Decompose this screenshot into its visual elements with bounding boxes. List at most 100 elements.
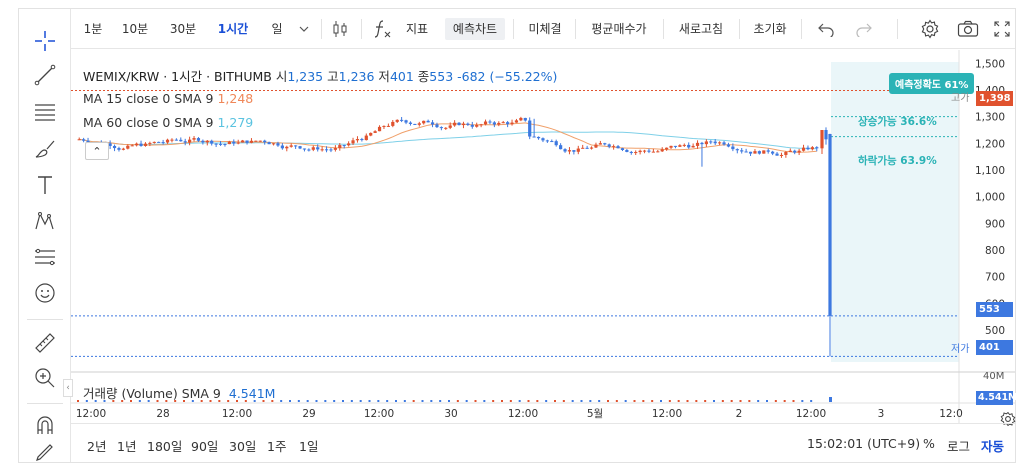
auto-toggle[interactable]: 자동 <box>981 436 1004 455</box>
candle <box>589 147 594 149</box>
interval-1h[interactable]: 1시간 <box>213 18 253 40</box>
candle <box>307 149 311 151</box>
camera-icon[interactable] <box>957 19 979 39</box>
interval-1m[interactable]: 1분 <box>79 18 107 40</box>
pattern-icon[interactable] <box>31 207 59 235</box>
candle <box>806 147 810 150</box>
percent-toggle[interactable]: % <box>923 436 935 451</box>
candle <box>236 142 240 144</box>
log-toggle[interactable]: 로그 <box>947 436 970 455</box>
candle <box>820 130 824 149</box>
candle <box>386 125 390 127</box>
volume-bar <box>748 400 751 402</box>
toolbar-divider <box>801 19 802 39</box>
candle <box>342 145 346 147</box>
candle <box>373 131 377 133</box>
emoji-icon[interactable] <box>31 279 59 307</box>
candle <box>329 149 333 151</box>
candle <box>784 152 788 155</box>
fibonacci-icon[interactable] <box>31 243 59 271</box>
price-tick-label: 1,300 <box>975 112 1005 124</box>
redo-icon[interactable] <box>853 19 875 39</box>
volume-bar <box>810 400 813 402</box>
gear-icon[interactable] <box>919 19 941 39</box>
candle <box>735 149 739 151</box>
candle <box>135 143 139 146</box>
zoom-in-icon[interactable] <box>31 364 59 392</box>
interval-30m[interactable]: 30분 <box>165 18 201 40</box>
current-time[interactable]: 15:02:01 (UTC+9) <box>807 436 920 451</box>
unfilled-orders-button[interactable]: 미체결 <box>523 18 567 40</box>
price-tick-label: 1,500 <box>975 58 1005 70</box>
interval-10m[interactable]: 10분 <box>117 18 153 40</box>
candle <box>567 150 572 152</box>
volume-bar <box>704 400 707 402</box>
volume-bar <box>518 400 521 402</box>
volume-bar <box>492 400 495 402</box>
function-icon[interactable] <box>373 19 395 39</box>
candle <box>788 150 792 153</box>
candle <box>324 149 329 151</box>
candle <box>435 124 439 128</box>
prediction-chart-button[interactable]: 예측차트 <box>445 18 505 40</box>
candle <box>377 126 382 132</box>
candle <box>179 139 183 142</box>
volume-legend[interactable]: 거래량 (Volume) SMA 9 4.541M <box>83 383 275 402</box>
candle <box>430 122 435 125</box>
reset-button[interactable]: 초기화 <box>747 18 793 40</box>
ma60-legend[interactable]: MA 60 close 0 SMA 9 1,279 <box>83 115 253 130</box>
volume-bar <box>386 400 389 402</box>
range-2y[interactable]: 2년 <box>87 436 106 455</box>
candle <box>364 135 368 141</box>
text-icon[interactable] <box>31 171 59 199</box>
volume-bar <box>545 400 548 402</box>
candle <box>771 151 775 154</box>
undo-icon[interactable] <box>815 19 837 39</box>
price-chart[interactable]: 1,5001,4001,3001,2001,1001,0009008007006… <box>71 50 1018 427</box>
refresh-button[interactable]: 새로고침 <box>671 18 731 40</box>
candle <box>408 122 413 124</box>
trend-line-icon[interactable] <box>31 61 59 89</box>
candle <box>183 141 187 143</box>
range-90d[interactable]: 90일 <box>191 436 218 455</box>
candle <box>506 122 510 125</box>
range-1y[interactable]: 1년 <box>117 436 136 455</box>
range-1w[interactable]: 1주 <box>267 436 286 455</box>
indicator-button[interactable]: 지표 <box>401 18 433 40</box>
candle <box>647 150 651 152</box>
candle <box>492 122 496 125</box>
candle <box>369 132 373 136</box>
candle <box>205 140 209 143</box>
interval-day[interactable]: 일 <box>265 18 289 40</box>
brush-icon[interactable] <box>31 135 59 163</box>
chevron-down-icon[interactable] <box>293 19 315 39</box>
candle <box>550 141 554 143</box>
candlestick-icon[interactable] <box>329 19 351 39</box>
volume-bar <box>474 400 477 402</box>
crosshair-icon[interactable] <box>31 27 59 55</box>
volume-bar <box>412 400 415 402</box>
symbol-legend: WEMIX/KRW · 1시간 · BITHUMB 시1,235 고1,236 … <box>83 66 557 85</box>
range-1d[interactable]: 1일 <box>299 436 318 455</box>
candle <box>192 138 196 140</box>
candle <box>810 147 814 150</box>
range-180d[interactable]: 180일 <box>147 436 182 455</box>
fullscreen-icon[interactable] <box>991 19 1013 39</box>
candle <box>285 146 289 149</box>
candle <box>554 141 558 146</box>
avg-price-button[interactable]: 평균매수가 <box>583 18 655 40</box>
candle <box>143 143 148 146</box>
ruler-icon[interactable] <box>31 329 59 357</box>
horizontal-lines-icon[interactable] <box>31 97 59 125</box>
candle <box>289 145 293 147</box>
magnet-icon[interactable] <box>31 411 59 439</box>
range-30d[interactable]: 30일 <box>229 436 256 455</box>
candle <box>214 143 218 145</box>
time-tick-label: 3 <box>878 408 885 420</box>
candle <box>161 142 165 144</box>
pencil-icon[interactable] <box>31 443 59 461</box>
candle <box>249 140 254 143</box>
volume-bar <box>289 400 291 402</box>
ma15-legend[interactable]: MA 15 close 0 SMA 9 1,248 <box>83 91 253 106</box>
collapse-legend-button[interactable]: ⌃ <box>85 142 109 160</box>
